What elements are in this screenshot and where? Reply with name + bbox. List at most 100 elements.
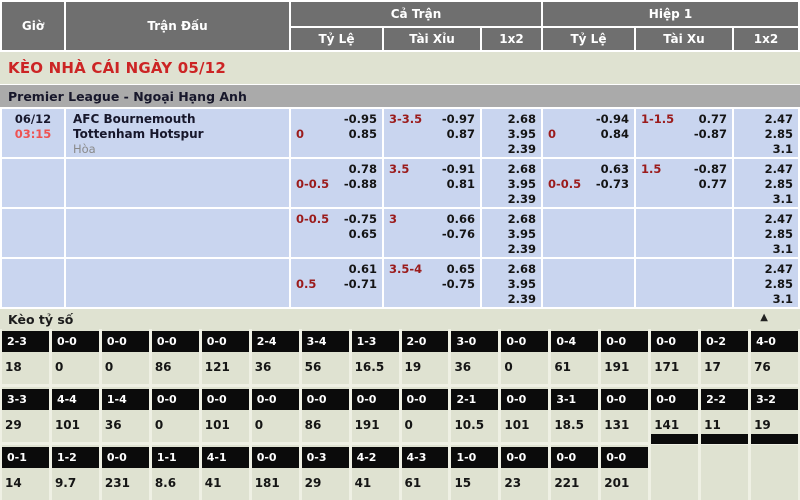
score-label: 2-3 — [2, 331, 49, 352]
page-title: KÈO NHÀ CÁI NGÀY 05/12 — [0, 52, 800, 84]
odds-cell-ft-overunder[interactable]: 3.5-40.65 -0.75 — [384, 259, 480, 307]
score-cell[interactable]: 0-0 86 — [302, 387, 349, 442]
score-section-header[interactable]: Kèo tỷ số ▲ — [0, 309, 800, 329]
score-cell[interactable]: 2-0 19 — [402, 329, 449, 384]
score-cell[interactable]: 0-0 121 — [202, 329, 249, 384]
score-cell[interactable]: 3-1 18.5 — [551, 387, 598, 442]
score-cell[interactable]: 0-0 191 — [601, 329, 648, 384]
odds-cell-h1-handicap[interactable]: -0.94 00.84 — [543, 109, 634, 157]
odds-cell-ft-overunder[interactable]: 30.66 -0.76 — [384, 209, 480, 257]
score-cell[interactable]: 0-0 191 — [352, 387, 399, 442]
score-cell[interactable]: 0-2 17 — [701, 329, 748, 384]
odds-cell-ft-1x2[interactable]: 2.68 3.95 2.39 — [482, 259, 541, 307]
odds-cell-ft-overunder[interactable]: 3.5-0.91 0.81 — [384, 159, 480, 207]
score-label: 0-0 — [152, 331, 199, 352]
score-cell[interactable]: 0-0 221 — [551, 445, 598, 500]
odds-cell-ft-1x2[interactable]: 2.68 3.95 2.39 — [482, 159, 541, 207]
odds-cell-h1-overunder[interactable]: 1-1.50.77 -0.87 — [636, 109, 732, 157]
score-cell[interactable]: 0-3 29 — [302, 445, 349, 500]
score-cell[interactable] — [751, 445, 798, 500]
score-label: 4-2 — [352, 447, 399, 468]
odds-cell-h1-handicap[interactable]: 0.63 0-0.5-0.73 — [543, 159, 634, 207]
score-odds-value: 101 — [501, 410, 548, 432]
score-odds-value: 29 — [2, 410, 49, 432]
score-cell[interactable]: 0-0 181 — [252, 445, 299, 500]
score-odds-value: 0 — [501, 352, 548, 374]
score-odds-value: 41 — [352, 468, 399, 490]
score-label: 0-0 — [601, 331, 648, 352]
score-cell[interactable]: 3-0 36 — [451, 329, 498, 384]
score-cell[interactable]: 0-0 0 — [252, 387, 299, 442]
score-cell[interactable]: 0-0 86 — [152, 329, 199, 384]
odds-cell-h1-1x2[interactable]: 2.47 2.85 3.1 — [734, 259, 798, 307]
score-cell[interactable]: 4-0 76 — [751, 329, 798, 384]
score-cell[interactable] — [701, 445, 748, 500]
score-cell[interactable]: 1-1 8.6 — [152, 445, 199, 500]
score-cell[interactable]: 1-0 15 — [451, 445, 498, 500]
score-cell[interactable]: 0-0 23 — [501, 445, 548, 500]
score-cell[interactable]: 4-1 41 — [202, 445, 249, 500]
odds-cell-ft-handicap[interactable]: 0.61 0.5-0.71 — [291, 259, 382, 307]
odds-cell-ft-handicap[interactable]: 0.78 0-0.5-0.88 — [291, 159, 382, 207]
match-date: 06/12 — [2, 112, 64, 127]
score-odds-value: 0 — [152, 410, 199, 432]
score-odds-value: 23 — [501, 468, 548, 490]
score-cell[interactable]: 3-4 56 — [302, 329, 349, 384]
odds-cell-h1-overunder[interactable] — [636, 259, 732, 307]
odds-cell-ft-handicap[interactable]: -0.95 00.85 — [291, 109, 382, 157]
score-cell[interactable]: 0-0 0 — [402, 387, 449, 442]
match-rows: 06/12 03:15 AFC Bournemouth Tottenham Ho… — [0, 107, 800, 309]
score-cell[interactable]: 1-2 9.7 — [52, 445, 99, 500]
score-odds-value: 0 — [52, 352, 99, 374]
score-odds-value: 18 — [2, 352, 49, 374]
odds-cell-h1-overunder[interactable] — [636, 209, 732, 257]
match-cell[interactable] — [66, 259, 289, 307]
score-cell[interactable]: 0-0 131 — [601, 387, 648, 442]
collapse-icon[interactable]: ▲ — [760, 312, 768, 323]
score-cell[interactable]: 0-0 171 — [651, 329, 698, 384]
score-label: 3-2 — [751, 389, 798, 410]
score-cell[interactable] — [651, 445, 698, 500]
odds-cell-ft-handicap[interactable]: 0-0.5-0.75 0.65 — [291, 209, 382, 257]
score-label: 0-0 — [402, 389, 449, 410]
time-cell — [2, 259, 64, 307]
score-label: 1-0 — [451, 447, 498, 468]
score-label: 0-0 — [202, 389, 249, 410]
score-odds-value: 231 — [102, 468, 149, 490]
odds-cell-h1-overunder[interactable]: 1.5-0.87 0.77 — [636, 159, 732, 207]
score-cell[interactable]: 0-0 101 — [202, 387, 249, 442]
score-cell[interactable]: 1-3 16.5 — [352, 329, 399, 384]
score-cell[interactable]: 0-0 0 — [52, 329, 99, 384]
odds-cell-h1-handicap[interactable] — [543, 209, 634, 257]
score-cell[interactable]: 3-3 29 — [2, 387, 49, 442]
score-cell[interactable]: 0-0 201 — [601, 445, 648, 500]
score-cell[interactable]: 0-0 101 — [501, 387, 548, 442]
score-cell[interactable]: 2-4 36 — [252, 329, 299, 384]
odds-cell-h1-1x2[interactable]: 2.47 2.85 3.1 — [734, 209, 798, 257]
match-cell[interactable]: AFC Bournemouth Tottenham Hotspur Hòa — [66, 109, 289, 157]
score-cell[interactable]: 0-0 231 — [102, 445, 149, 500]
score-cell[interactable]: 2-1 10.5 — [451, 387, 498, 442]
score-label: 0-0 — [102, 447, 149, 468]
odds-cell-h1-1x2[interactable]: 2.47 2.85 3.1 — [734, 159, 798, 207]
odds-cell-h1-1x2[interactable]: 2.47 2.85 3.1 — [734, 109, 798, 157]
draw-label: Hòa — [73, 142, 289, 157]
score-cell[interactable]: 0-0 0 — [152, 387, 199, 442]
score-cell[interactable]: 2-3 18 — [2, 329, 49, 384]
match-cell[interactable] — [66, 209, 289, 257]
score-odds-value: 86 — [302, 410, 349, 432]
odds-cell-h1-handicap[interactable] — [543, 259, 634, 307]
score-cell[interactable]: 4-2 41 — [352, 445, 399, 500]
match-cell[interactable] — [66, 159, 289, 207]
score-cell[interactable]: 0-4 61 — [551, 329, 598, 384]
score-cell[interactable]: 4-4 101 — [52, 387, 99, 442]
score-cell[interactable]: 4-3 61 — [402, 445, 449, 500]
odds-cell-ft-overunder[interactable]: 3-3.5-0.97 0.87 — [384, 109, 480, 157]
odds-cell-ft-1x2[interactable]: 2.68 3.95 2.39 — [482, 109, 541, 157]
score-cell[interactable]: 0-0 0 — [102, 329, 149, 384]
odds-cell-ft-1x2[interactable]: 2.68 3.95 2.39 — [482, 209, 541, 257]
score-odds-value: 29 — [302, 468, 349, 490]
score-cell[interactable]: 0-0 0 — [501, 329, 548, 384]
score-cell[interactable]: 0-1 14 — [2, 445, 49, 500]
score-cell[interactable]: 1-4 36 — [102, 387, 149, 442]
